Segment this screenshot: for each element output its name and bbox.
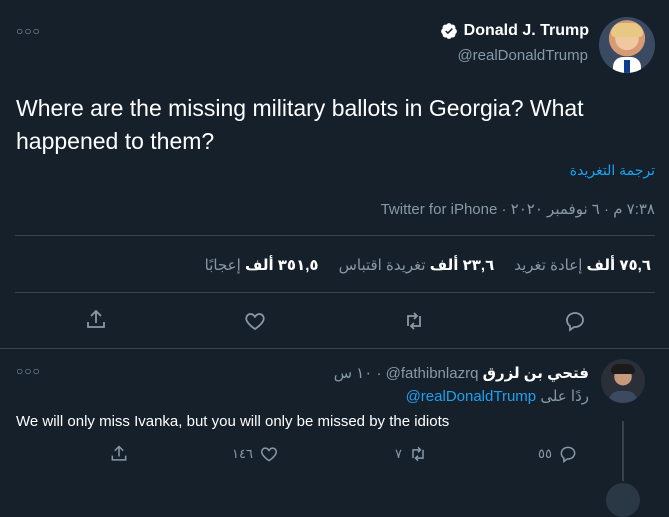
avatar[interactable] [599, 17, 655, 73]
replying-to-link[interactable]: @realDonaldTrump [406, 388, 537, 405]
replying-to: ردًا على @realDonaldTrump [406, 387, 589, 405]
divider [15, 292, 655, 293]
separator: · [376, 365, 382, 382]
translate-link[interactable]: ترجمة التغريدة [570, 162, 655, 179]
likes-label: إعجابًا [204, 257, 241, 274]
reply-text: We will only miss Ivanka, but you will o… [16, 413, 450, 430]
reply-like-count: ١٤٦ [232, 446, 253, 461]
retweets-label: إعادة تغريد [514, 257, 583, 274]
like-icon [260, 447, 277, 462]
reply-retweet-count: ٧ [395, 446, 402, 461]
reply-share-button[interactable] [109, 444, 131, 466]
likes-count: ٣٥١,٥ ألف [244, 257, 319, 274]
reply-author-name[interactable]: فتحي بن لزرق [483, 365, 589, 382]
more-icon[interactable]: ○○○ [16, 364, 41, 378]
like-icon[interactable] [243, 309, 267, 333]
reply-header: فتحي بن لزرق @fathibnlazrq · ١٠ س [334, 364, 589, 382]
timestamp-row: ٧:٣٨ م · ٦ نوفمبر ٢٠٢٠ · Twitter for iPh… [381, 200, 655, 218]
tweet-text: Where are the missing military ballots i… [16, 95, 584, 154]
quotes-count: ٢٣,٦ ألف [429, 257, 495, 274]
more-icon[interactable]: ○○○ [16, 24, 41, 38]
likes-stat[interactable]: ٣٥١,٥ ألف إعجابًا [205, 256, 319, 274]
reply-reply-count: ٥٥ [538, 446, 552, 461]
reply-time[interactable]: ١٠ س [334, 365, 373, 382]
next-avatar-edge [606, 483, 640, 517]
reply-icon[interactable] [563, 309, 587, 333]
reply-like-button[interactable]: ١٤٦ [232, 444, 279, 464]
author-name-row[interactable]: Donald J. Trump [440, 22, 589, 40]
quotes-stat[interactable]: ٢٣,٦ ألف تغريدة اقتباس [339, 256, 495, 274]
author-handle[interactable]: @realDonaldTrump [457, 47, 588, 64]
reply-avatar[interactable] [601, 359, 645, 403]
retweets-stat[interactable]: ٧٥,٦ ألف إعادة تغريد [514, 256, 651, 274]
quotes-label: تغريدة اقتباس [338, 257, 426, 274]
retweets-count: ٧٥,٦ ألف [586, 257, 651, 274]
author-name[interactable]: Donald J. Trump [464, 22, 589, 40]
reply-icon [560, 446, 576, 463]
share-icon[interactable] [84, 308, 108, 332]
timestamp[interactable]: ٧:٣٨ م · ٦ نوفمبر ٢٠٢٠ · [497, 201, 655, 218]
divider [0, 348, 669, 349]
reply-reply-button[interactable]: ٥٥ [538, 444, 578, 464]
reply-retweet-button[interactable]: ٧ [395, 444, 428, 464]
retweet-icon[interactable] [402, 309, 426, 333]
retweet-icon [412, 446, 424, 462]
thread-line [622, 421, 624, 481]
source-label[interactable]: Twitter for iPhone [381, 201, 498, 218]
divider [15, 235, 655, 236]
stats-row: ٧٥,٦ ألف إعادة تغريد ٢٣,٦ ألف تغريدة اقت… [205, 256, 651, 274]
reply-author-handle[interactable]: @fathibnlazrq [386, 365, 479, 382]
share-icon [111, 445, 127, 461]
replying-prefix: ردًا على [540, 388, 589, 405]
verified-badge-icon [440, 22, 458, 40]
